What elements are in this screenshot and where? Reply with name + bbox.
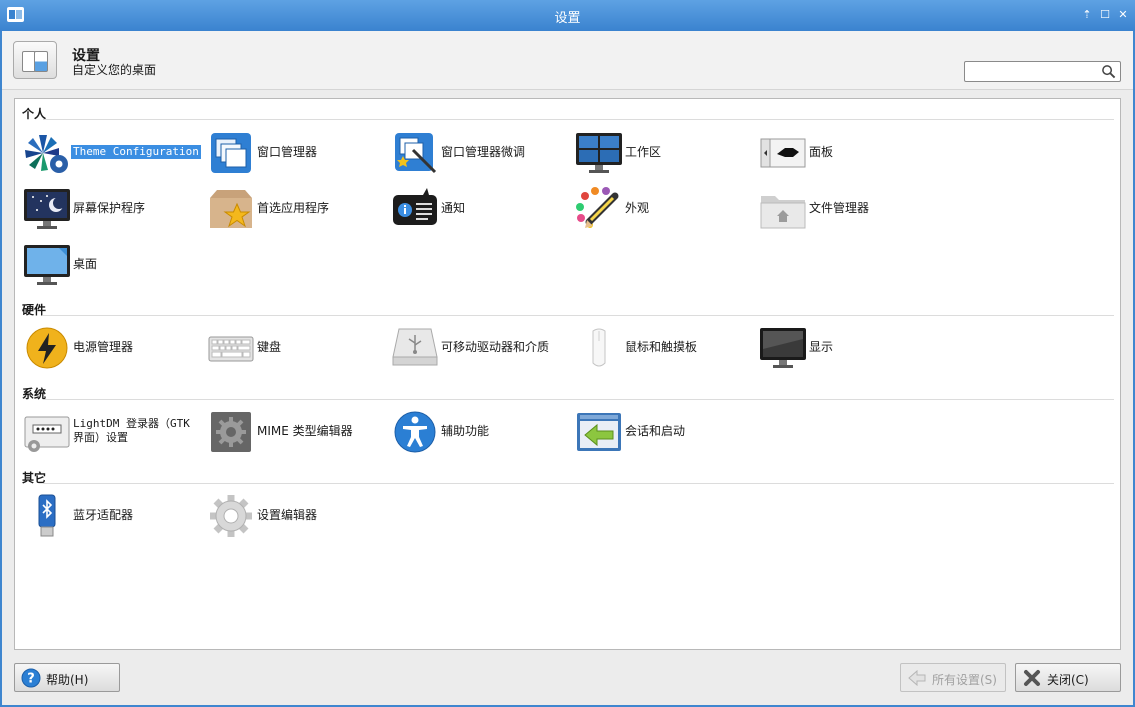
item-label: 桌面 <box>73 257 98 271</box>
desktop-icon <box>24 245 70 285</box>
item-window-tweaks[interactable]: 窗口管理器微调 <box>385 128 565 178</box>
item-label: MIME 类型编辑器 <box>257 424 353 438</box>
item-label: 窗口管理器微调 <box>441 145 526 159</box>
close-icon[interactable]: ✕ <box>1117 9 1129 21</box>
item-label: 蓝牙适配器 <box>73 508 134 522</box>
section-divider <box>43 315 1114 316</box>
item-label: 首选应用程序 <box>257 201 330 215</box>
item-window-manager[interactable]: 窗口管理器 <box>201 128 381 178</box>
item-session-startup[interactable]: 会话和启动 <box>569 407 749 457</box>
settings-toggle-icon <box>13 41 57 79</box>
item-accessibility[interactable]: 辅助功能 <box>385 407 565 457</box>
item-label: 辅助功能 <box>441 424 490 438</box>
mouse-icon <box>592 328 606 367</box>
item-preferred-applications[interactable]: 首选应用程序 <box>201 184 381 234</box>
item-file-manager[interactable]: 文件管理器 <box>753 184 933 234</box>
item-label: Theme Configuration <box>71 145 201 159</box>
display-icon <box>760 328 806 368</box>
header: 设置 自定义您的桌面 <box>2 31 1133 90</box>
item-bluetooth[interactable]: 蓝牙适配器 <box>17 491 197 541</box>
item-mouse-touchpad[interactable]: 鼠标和触摸板 <box>569 323 749 373</box>
title-bar[interactable]: 设置 ⇡ ☐ ✕ <box>0 0 1135 31</box>
section-divider <box>43 399 1114 400</box>
bluetooth-icon <box>38 494 56 537</box>
close-label: 关闭(C) <box>1047 673 1089 687</box>
help-label: 帮助(H) <box>46 673 89 687</box>
item-theme-configuration[interactable]: Theme Configuration <box>17 128 201 178</box>
item-desktop[interactable]: 桌面 <box>17 240 197 290</box>
section-divider <box>43 119 1114 120</box>
item-label: 窗口管理器 <box>257 145 318 159</box>
file-manager-icon <box>760 196 806 229</box>
item-label: LightDM 登录器（GTK 界面）设置 <box>73 417 190 444</box>
close-x-icon <box>1024 670 1040 686</box>
item-label: 设置编辑器 <box>257 508 318 522</box>
item-label: 显示 <box>809 340 834 354</box>
item-panel[interactable]: 面板 <box>753 128 933 178</box>
help-icon: ? <box>21 668 41 688</box>
item-settings-editor[interactable]: 设置编辑器 <box>201 491 381 541</box>
panel-icon <box>760 138 806 168</box>
help-button[interactable]: ? 帮助(H) <box>14 663 120 692</box>
item-keyboard[interactable]: 键盘 <box>201 323 381 373</box>
accessibility-icon <box>394 411 436 453</box>
item-lightdm-settings[interactable]: LightDM 登录器（GTK 界面）设置 <box>17 407 197 457</box>
all-settings-button[interactable]: 所有设置(S) <box>900 663 1006 692</box>
search-icon[interactable] <box>1101 64 1116 79</box>
close-button[interactable]: 关闭(C) <box>1015 663 1121 692</box>
window-tweaks-icon <box>395 133 437 174</box>
keyboard-icon <box>208 336 254 362</box>
workspaces-icon <box>576 133 622 173</box>
notifications-icon <box>393 188 437 225</box>
section-divider <box>43 483 1114 484</box>
mime-icon <box>211 412 251 452</box>
screensaver-icon <box>24 189 70 229</box>
item-label: 外观 <box>625 201 650 215</box>
page-subtitle: 自定义您的桌面 <box>72 63 157 77</box>
item-label: 通知 <box>441 201 466 215</box>
settings-grid[interactable]: 个人 Theme Configuration 窗口管理器 窗口管理器微调 工作区… <box>14 98 1121 650</box>
item-label: 键盘 <box>257 340 282 354</box>
theme-icon <box>25 135 68 173</box>
item-label: 面板 <box>809 145 834 159</box>
arrow-left-icon <box>908 669 926 687</box>
item-label: 文件管理器 <box>809 201 870 215</box>
all-settings-label: 所有设置(S) <box>932 673 997 687</box>
restore-icon[interactable]: ⇡ <box>1081 9 1093 21</box>
removable-drive-icon <box>392 328 438 366</box>
item-workspaces[interactable]: 工作区 <box>569 128 749 178</box>
item-label: 鼠标和触摸板 <box>625 340 698 354</box>
search-input[interactable] <box>968 63 1102 82</box>
svg-text:?: ? <box>27 672 35 687</box>
search-box[interactable] <box>964 61 1121 82</box>
maximize-icon[interactable]: ☐ <box>1099 9 1111 21</box>
window-manager-icon <box>211 133 251 173</box>
item-power-manager[interactable]: 电源管理器 <box>17 323 197 373</box>
item-label: 屏幕保护程序 <box>73 201 146 215</box>
item-label: 电源管理器 <box>73 340 134 354</box>
item-screensaver[interactable]: 屏幕保护程序 <box>17 184 197 234</box>
lightdm-icon <box>24 416 70 452</box>
item-label: 可移动驱动器和介质 <box>441 340 550 354</box>
window-title: 设置 <box>554 11 581 26</box>
item-display[interactable]: 显示 <box>753 323 933 373</box>
settings-editor-icon <box>210 495 252 537</box>
power-icon <box>26 327 68 369</box>
session-icon <box>577 413 621 451</box>
item-removable-drives[interactable]: 可移动驱动器和介质 <box>385 323 565 373</box>
item-notifications[interactable]: 通知 <box>385 184 565 234</box>
item-appearance[interactable]: 外观 <box>569 184 749 234</box>
appearance-icon <box>576 187 619 228</box>
item-mime-editor[interactable]: MIME 类型编辑器 <box>201 407 381 457</box>
item-label: 会话和启动 <box>625 424 686 438</box>
settings-window: 设置 自定义您的桌面 个人 Theme Configuration 窗口管理器 … <box>2 31 1133 705</box>
preferred-apps-icon <box>210 190 252 228</box>
item-label: 工作区 <box>625 145 662 159</box>
